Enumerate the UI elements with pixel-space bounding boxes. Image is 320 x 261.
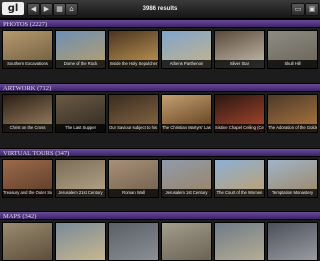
thumbnail-caption: Athens Parthenon: [162, 60, 211, 68]
thumbnail-row: Treasury and the Outer Siq Jerusalem 21st…: [2, 159, 318, 198]
thumbnail-caption: Dome of the Rock: [56, 60, 105, 68]
section-header[interactable]: VIRTUAL TOURS (347): [0, 148, 320, 157]
thumbnail-tile[interactable]: The Adoration of the Golden...: [267, 94, 318, 133]
thumbnail-row: Southern Excavations Dome of the Rock Insi…: [2, 30, 318, 69]
thumbnail-caption: The Last Supper: [56, 124, 105, 132]
section-header[interactable]: PHOTOS (2227): [0, 19, 320, 28]
thumbnail-tile[interactable]: Silver Star: [214, 30, 265, 69]
thumbnail-tile[interactable]: Roman Wall: [108, 159, 159, 198]
thumbnail-tile[interactable]: The Christian Martyrs' Last ...: [161, 94, 212, 133]
thumbnail-caption: Jerusalem 1st Century: [162, 189, 211, 197]
thumbnail-tile[interactable]: [214, 222, 265, 261]
thumbnail-caption: The Christian Martyrs' Last ...: [162, 124, 211, 132]
top-toolbar: gl ◀ ▶ ▦ ⌂ 3986 results ▭ ▣: [0, 0, 320, 19]
thumbnail-tile[interactable]: The Court of the Women: [214, 159, 265, 198]
thumbnail-tile[interactable]: Inside the Holy Sepulcher: [108, 30, 159, 69]
thumbnail-caption: Our Saviour subject to his Pa...: [109, 124, 158, 132]
thumbnail-tile[interactable]: Jerusalem 21st Century: [55, 159, 106, 198]
thumbnail-tile[interactable]: Skull Hill: [267, 30, 318, 69]
section-header[interactable]: ARTWORK (712): [0, 83, 320, 92]
thumbnail-caption: Treasury and the Outer Siq: [3, 189, 52, 197]
thumbnail-caption: Jerusalem 21st Century: [56, 189, 105, 197]
thumbnail-tile[interactable]: [2, 222, 53, 261]
thumbnail-caption: Skull Hill: [268, 60, 317, 68]
thumbnail-tile[interactable]: Treasury and the Outer Siq: [2, 159, 53, 198]
photo-icon[interactable]: ▣: [305, 3, 319, 16]
thumbnail-caption: Christ on the Cross: [3, 124, 52, 132]
thumbnail-tile[interactable]: [55, 222, 106, 261]
thumbnail-tile[interactable]: Jerusalem 1st Century: [161, 159, 212, 198]
thumbnail-row: Christ on the Cross The Last Supper Our Sa…: [2, 94, 318, 133]
thumbnail-tile[interactable]: Athens Parthenon: [161, 30, 212, 69]
thumbnail-caption: Roman Wall: [109, 189, 158, 197]
thumbnail-caption: Sistine Chapel Ceiling (Centr...: [215, 124, 264, 132]
thumbnail-tile[interactable]: Temptation Monastery: [267, 159, 318, 198]
thumbnail-tile[interactable]: [161, 222, 212, 261]
thumbnail-row: [2, 222, 318, 261]
thumbnail-caption: The Court of the Women: [215, 189, 264, 197]
thumbnail-tile[interactable]: [267, 222, 318, 261]
thumbnail-caption: Inside the Holy Sepulcher: [109, 60, 158, 68]
thumbnail-tile[interactable]: [108, 222, 159, 261]
thumbnail-caption: Temptation Monastery: [268, 189, 317, 197]
thumbnail-tile[interactable]: The Last Supper: [55, 94, 106, 133]
thumbnail-tile[interactable]: Our Saviour subject to his Pa...: [108, 94, 159, 133]
thumbnail-tile[interactable]: Southern Excavations: [2, 30, 53, 69]
folder-icon[interactable]: ▭: [291, 3, 305, 16]
thumbnail-caption: Silver Star: [215, 60, 264, 68]
thumbnail-caption: The Adoration of the Golden...: [268, 124, 317, 132]
results-count: 3986 results: [142, 6, 178, 12]
thumbnail-tile[interactable]: Sistine Chapel Ceiling (Centr...: [214, 94, 265, 133]
thumbnail-caption: Southern Excavations: [3, 60, 52, 68]
section-header[interactable]: MAPS (342): [0, 211, 320, 220]
thumbnail-tile[interactable]: Dome of the Rock: [55, 30, 106, 69]
thumbnail-tile[interactable]: Christ on the Cross: [2, 94, 53, 133]
